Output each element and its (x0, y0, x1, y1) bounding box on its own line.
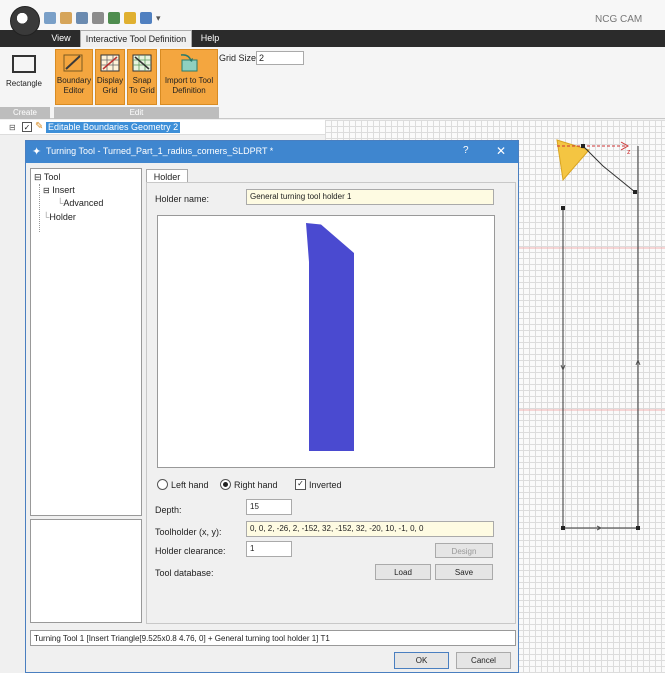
geometry-tree-row[interactable]: ⊟ ✓ ✎ Editable Boundaries Geometry 2 (0, 120, 325, 135)
turning-tool-icon: ✦ (32, 146, 42, 158)
save-button[interactable]: Save (435, 564, 493, 580)
inverted-checkbox[interactable]: ✓ (295, 479, 306, 490)
save-icon[interactable] (76, 12, 88, 24)
boundary-editor-icon (63, 54, 83, 72)
display-grid-icon (100, 54, 120, 72)
depth-input[interactable]: 15 (246, 499, 292, 515)
display-grid-button[interactable]: Display Grid (95, 49, 125, 105)
grid-size-input[interactable]: 2 (256, 51, 304, 65)
inverted-option[interactable]: ✓ Inverted (295, 479, 342, 490)
toolholder-label: Toolholder (x, y): (155, 527, 222, 537)
holder-clearance-label: Holder clearance: (155, 546, 226, 556)
tab-holder[interactable]: Holder (146, 169, 188, 183)
boundary-node[interactable] (636, 526, 640, 530)
boundary-editor-button[interactable]: Boundary Editor (55, 49, 93, 105)
holder-preview (157, 215, 495, 468)
boundary-outline[interactable] (562, 146, 639, 529)
collapse-icon[interactable]: ⊟ (43, 186, 50, 195)
new-file-icon[interactable] (44, 12, 56, 24)
ribbon: Rectangle Create Boundary Editor Display… (0, 47, 665, 119)
right-hand-option[interactable]: Right hand (220, 479, 278, 490)
collapse-icon[interactable]: ⊟ (9, 123, 16, 132)
app-menu-logo[interactable] (10, 6, 40, 36)
boundary-node[interactable] (633, 190, 637, 194)
title-bar: ▾ NCG CAM (0, 0, 665, 30)
tool-tree: ⊟ Tool ⊟ Insert └Advanced └Holder (30, 168, 142, 516)
toolholder-input[interactable]: 0, 0, 2, -26, 2, -152, 32, -152, 32, -20… (246, 521, 494, 537)
tree-node-holder[interactable]: └Holder (43, 212, 76, 222)
holder-name-input[interactable]: General turning tool holder 1 (246, 189, 494, 205)
import-to-tool-definition-button[interactable]: Import to Tool Definition (160, 49, 218, 105)
boundary-node[interactable] (561, 526, 565, 530)
info-icon[interactable] (140, 12, 152, 24)
depth-label: Depth: (155, 505, 182, 515)
ribbon-group-edit: Boundary Editor Display Grid Snap To Gri… (54, 47, 304, 119)
tree-node-insert[interactable]: ⊟ Insert (43, 185, 75, 195)
right-hand-radio[interactable] (220, 479, 231, 490)
quick-access-toolbar: ▾ (44, 10, 161, 26)
turning-tool-dialog: ✦ Turning Tool - Turned_Part_1_radius_co… (25, 140, 519, 673)
holder-profile-shape (306, 223, 354, 451)
snap-to-grid-button[interactable]: Snap To Grid (127, 49, 157, 105)
tool-summary-status: Turning Tool 1 [Insert Triangle[9.525x0.… (30, 630, 516, 646)
dialog-title: Turning Tool - Turned_Part_1_radius_corn… (46, 146, 274, 156)
tree-detail-panel (30, 519, 142, 623)
close-button[interactable]: ✕ (496, 144, 506, 158)
ribbon-group-create: Rectangle Create (0, 47, 50, 119)
ribbon-tab-strip: View Interactive Tool Definition Help (0, 30, 665, 47)
tab-view[interactable]: View (46, 30, 76, 47)
layout-icon[interactable] (108, 12, 120, 24)
axis-marker: z (627, 149, 631, 156)
dialog-title-bar: ✦ Turning Tool - Turned_Part_1_radius_co… (26, 141, 518, 163)
warning-icon[interactable] (124, 12, 136, 24)
help-button[interactable]: ? (463, 145, 469, 156)
tree-node-tool[interactable]: ⊟ Tool (34, 172, 60, 183)
collapse-icon[interactable]: ⊟ (34, 172, 42, 182)
tab-help[interactable]: Help (196, 30, 224, 47)
open-folder-icon[interactable] (60, 12, 72, 24)
tree-guide-line (39, 184, 40, 232)
tree-node-advanced[interactable]: └Advanced (57, 198, 103, 208)
holder-page: Holder name: General turning tool holder… (146, 182, 516, 624)
left-hand-radio[interactable] (157, 479, 168, 490)
create-group-label: Create (0, 107, 50, 119)
holder-preview-canvas (306, 223, 354, 451)
cancel-button[interactable]: Cancel (456, 652, 511, 669)
print-icon[interactable] (92, 12, 104, 24)
pencil-icon: ✎ (35, 121, 44, 132)
tool-database-label: Tool database: (155, 568, 214, 578)
snap-to-grid-icon (132, 54, 152, 72)
rectangle-icon (12, 55, 36, 73)
qat-dropdown-icon[interactable]: ▾ (156, 13, 161, 24)
geometry-visibility-checkbox[interactable]: ✓ (22, 122, 32, 132)
tab-interactive-tool-definition[interactable]: Interactive Tool Definition (80, 30, 192, 47)
holder-name-label: Holder name: (155, 194, 210, 204)
holder-clearance-input[interactable]: 1 (246, 541, 292, 557)
ok-button[interactable]: OK (394, 652, 449, 669)
boundary-node[interactable] (561, 206, 565, 210)
import-tool-icon (180, 54, 198, 72)
design-button[interactable]: Design (435, 543, 493, 558)
load-button[interactable]: Load (375, 564, 431, 580)
rectangle-button[interactable]: Rectangle (0, 49, 48, 105)
geometry-label[interactable]: Editable Boundaries Geometry 2 (46, 122, 181, 133)
grid-size-label: Grid Size: (219, 53, 259, 63)
boundary-node[interactable] (581, 144, 585, 148)
edit-group-label: Edit (54, 107, 219, 119)
left-hand-option[interactable]: Left hand (157, 479, 209, 490)
app-title: NCG CAM (595, 14, 643, 25)
